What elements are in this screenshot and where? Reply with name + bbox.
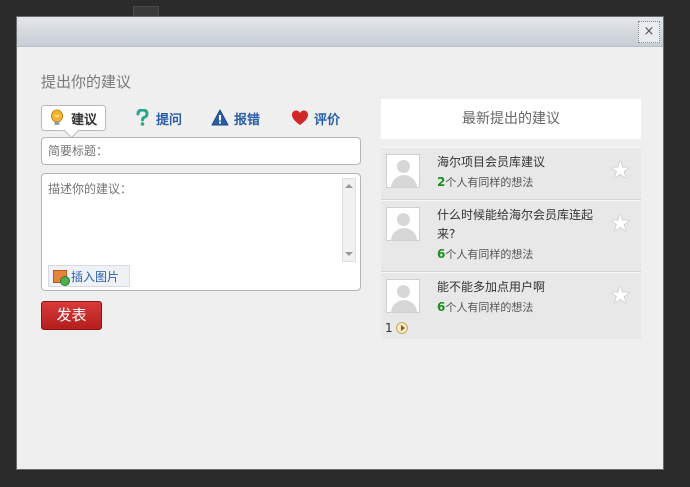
latest-suggestions-panel: 最新提出的建议 海尔项目会员库建议 2个人有同样的想法 ★ 什么时候能给海尔会员 (381, 99, 641, 339)
tab-report-error-label: 报错 (234, 112, 261, 128)
suggestion-list-item: 海尔项目会员库建议 2个人有同样的想法 ★ (381, 147, 641, 200)
latest-suggestions-list: 海尔项目会员库建议 2个人有同样的想法 ★ 什么时候能给海尔会员库连起来? 6个… (381, 147, 641, 325)
avatar-head (397, 160, 410, 173)
avatar-body (391, 300, 417, 312)
heart-icon (292, 110, 308, 125)
background-window-tab (133, 6, 159, 16)
avatar-body (391, 175, 417, 187)
suggestion-list-item: 什么时候能给海尔会员库连起来? 6个人有同样的想法 ★ (381, 200, 641, 272)
question-icon (136, 109, 149, 126)
tab-suggestion[interactable]: 建议 (41, 105, 107, 131)
tab-report-error[interactable]: 报错 (211, 105, 260, 131)
scroll-up-arrow-icon[interactable] (345, 184, 353, 188)
suggestion-description-input[interactable] (42, 174, 342, 262)
close-icon: × (643, 24, 655, 39)
current-page-number[interactable]: 1 (385, 321, 393, 335)
suggestion-title-link[interactable]: 海尔项目会员库建议 (437, 153, 601, 172)
dialog-titlebar[interactable]: × (17, 17, 663, 47)
lightbulb-icon (51, 109, 63, 125)
star-icon[interactable]: ★ (609, 211, 631, 235)
star-icon[interactable]: ★ (609, 158, 631, 182)
tab-question[interactable]: 提问 (133, 105, 182, 131)
same-idea-count: 6个人有同样的想法 (437, 297, 601, 318)
submit-button[interactable]: 发表 (41, 301, 102, 330)
star-icon[interactable]: ★ (609, 283, 631, 307)
tab-question-label: 提问 (156, 112, 183, 128)
close-button[interactable]: × (638, 21, 660, 43)
same-idea-count-text: 个人有同样的想法 (445, 176, 534, 189)
avatar-head (397, 213, 410, 226)
warning-icon (211, 109, 229, 126)
suggestion-description-box: 插入图片 (41, 173, 361, 291)
tab-review[interactable]: 评价 (291, 105, 340, 131)
suggestion-title-link[interactable]: 能不能多加点用户啊 (437, 278, 601, 297)
description-scrollbar[interactable] (342, 178, 356, 262)
next-page-icon[interactable] (395, 322, 408, 334)
same-idea-count-text: 个人有同样的想法 (445, 301, 534, 314)
avatar[interactable] (386, 154, 420, 188)
insert-image-button[interactable]: 插入图片 (48, 265, 130, 287)
dialog-title: 提出你的建议 (41, 73, 132, 91)
same-idea-count: 2个人有同样的想法 (437, 172, 601, 193)
insert-image-label: 插入图片 (71, 269, 120, 284)
avatar[interactable] (386, 207, 420, 241)
suggestion-dialog: × 提出你的建议 建议 提问 报错 评价 简要标题： 描述你的建议： 插入图片 … (16, 16, 664, 470)
same-idea-count-text: 个人有同样的想法 (445, 248, 534, 261)
avatar[interactable] (386, 279, 420, 313)
tab-suggestion-label: 建议 (71, 112, 98, 128)
suggestion-title-input[interactable] (41, 137, 361, 165)
latest-suggestions-header: 最新提出的建议 (381, 99, 641, 139)
scroll-down-arrow-icon[interactable] (345, 252, 353, 256)
avatar-head (397, 285, 410, 298)
tab-review-label: 评价 (314, 112, 341, 128)
pagination: 1 (381, 317, 641, 339)
same-idea-count: 6个人有同样的想法 (437, 244, 601, 265)
avatar-body (391, 228, 417, 240)
suggestion-type-tabs: 建议 提问 报错 评价 (41, 105, 361, 131)
suggestion-title-link[interactable]: 什么时候能给海尔会员库连起来? (437, 206, 601, 244)
image-icon (53, 269, 70, 286)
